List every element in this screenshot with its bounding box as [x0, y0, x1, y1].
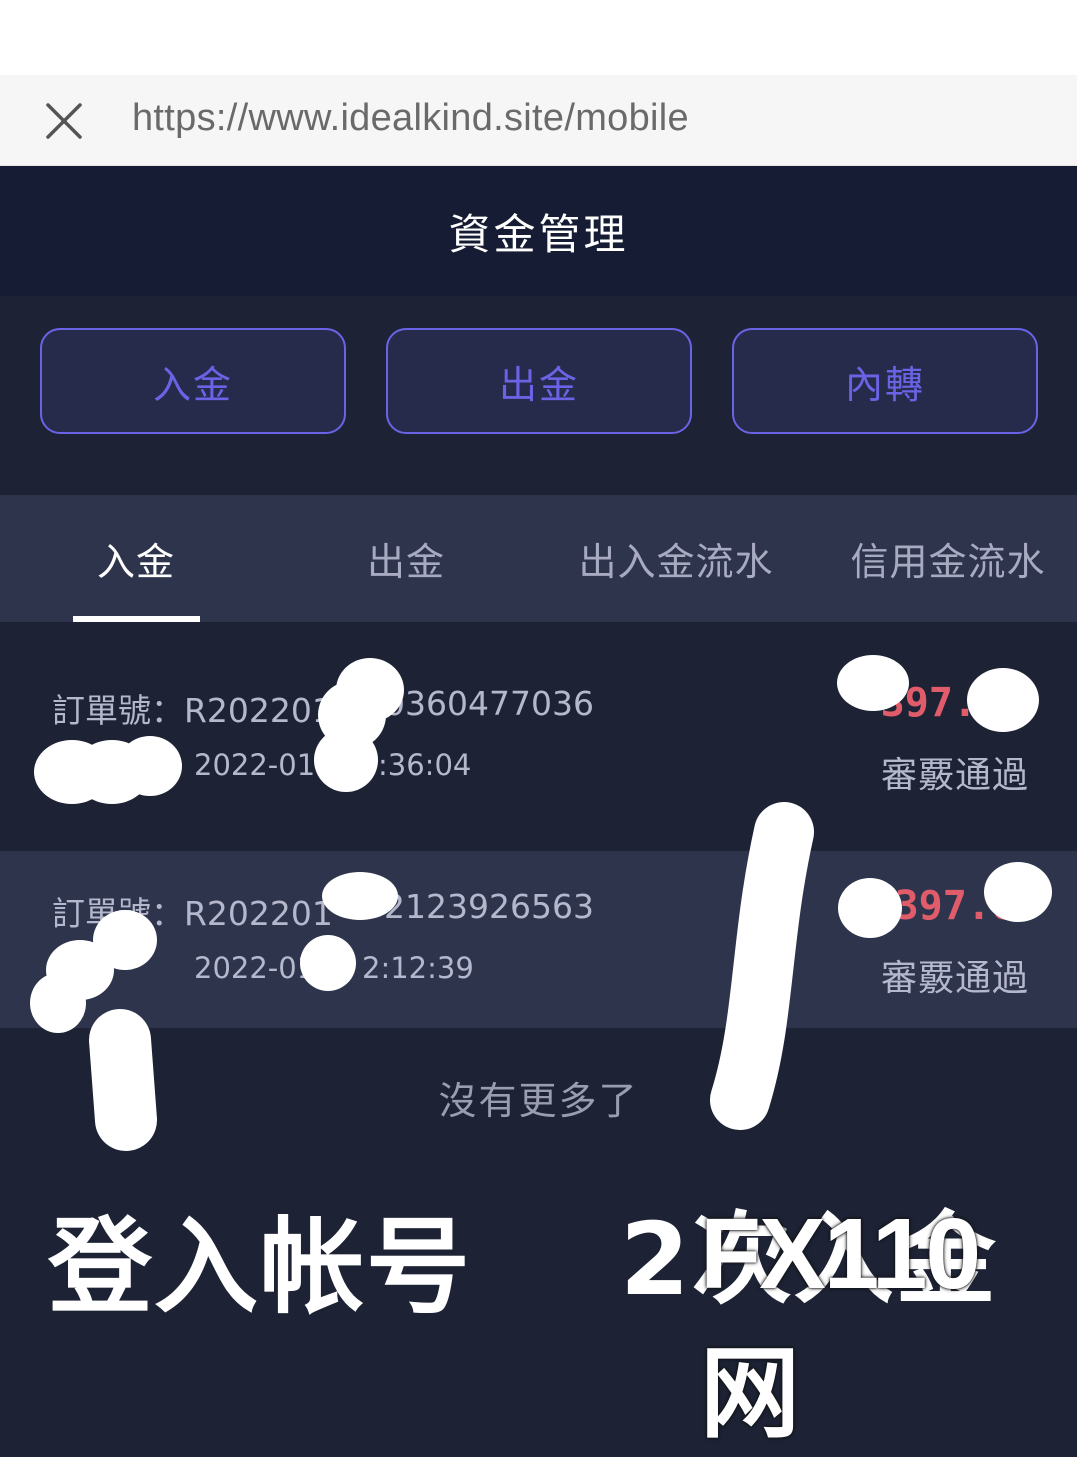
list-item[interactable]: 訂單號：R202201 2123926563 2022-01 2:12:39 3… — [0, 851, 1077, 1028]
tab-deposit[interactable]: 入金 — [40, 495, 232, 622]
order-number-suffix: 2123926563 — [384, 887, 594, 926]
deposit-button[interactable]: 入金 — [40, 328, 346, 434]
record-amount: 397.6 — [894, 883, 1015, 929]
order-number-label: 訂單號：R202201 — [52, 894, 333, 933]
tab-bar: 入金 出金 出入金流水 信用金流水 — [0, 495, 1077, 622]
list-end-text: 沒有更多了 — [438, 1079, 639, 1123]
withdraw-button[interactable]: 出金 — [386, 328, 692, 434]
record-date: 2022-01-1 — [194, 748, 345, 782]
record-status: 審覈通過 — [880, 958, 1029, 999]
transfer-button[interactable]: 內轉 — [732, 328, 1038, 434]
annotation-login-account: 登入帐号 — [48, 1206, 473, 1328]
order-number-label: 訂單號：R202201 — [52, 691, 333, 730]
page-header: 資金管理 — [0, 166, 1077, 296]
tab-fund-flow[interactable]: 出入金流水 — [560, 495, 792, 622]
url-text[interactable]: https://www.idealkind.site/mobile — [132, 97, 689, 140]
record-time: :36:04 — [378, 748, 472, 782]
action-buttons: 入金 出金 內轉 — [0, 296, 1077, 495]
record-time: 2:12:39 — [362, 951, 474, 985]
record-status: 審覈通過 — [880, 755, 1029, 796]
fx110-watermark: FX110网 — [700, 1198, 981, 1450]
page-title: 資金管理 — [448, 209, 629, 259]
tab-credit-flow[interactable]: 信用金流水 — [832, 495, 1064, 622]
list-item[interactable]: 訂單號：R202201 0360477036 2022-01-1 :36:04 … — [0, 622, 1077, 851]
status-bar — [0, 0, 1077, 75]
close-icon[interactable] — [44, 101, 84, 141]
browser-url-bar: https://www.idealkind.site/mobile — [0, 75, 1077, 166]
tab-withdraw[interactable]: 出金 — [310, 495, 502, 622]
order-number-suffix: 0360477036 — [384, 684, 594, 723]
record-amount: 397. — [880, 680, 977, 726]
record-date: 2022-01 — [194, 951, 316, 985]
